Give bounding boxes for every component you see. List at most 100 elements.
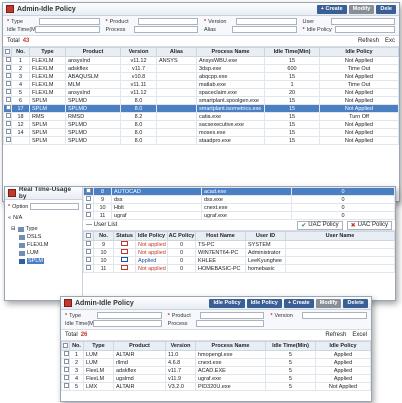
filter-idle-time[interactable]: Idle Time(Min) (65, 320, 162, 327)
filter-product[interactable]: * Product (106, 18, 198, 25)
filter-idle-policy[interactable]: * Idle Policy (303, 26, 395, 33)
user-row[interactable]: 10 Applied 0 KHLEE LeeKyunghee (83, 256, 395, 265)
user-row[interactable]: 11 Not applied 0 HOMEBASIC-PC homebasic (83, 264, 395, 273)
row-checkbox[interactable] (6, 113, 11, 118)
table-row[interactable]: 5 FLEXLM ansysInd v11.12 spaceclaim.exe 20 Not… (3, 88, 399, 97)
uac-apply-button[interactable]: ✔ UAC Policy (297, 220, 343, 230)
row-checkbox[interactable] (6, 65, 11, 70)
alias-input[interactable] (232, 26, 297, 33)
table-row[interactable]: 3 FLEXLM ABAQUSLM v10.8 abqcpp.exe 15 Not Appl… (3, 72, 399, 81)
table-row[interactable]: 10 Hblt cnext.exe 0 (83, 203, 395, 212)
excel-button[interactable]: Exc (385, 38, 395, 44)
filter-version[interactable]: * Version (270, 312, 367, 319)
modify-button[interactable]: Modify (348, 4, 375, 14)
filter-type[interactable]: * Type (7, 18, 100, 25)
tree-item-lum[interactable]: LUM (11, 249, 76, 257)
table-row[interactable]: 5 LMX ALTAIR V3.2.0 PID320U.exe 5 Not Applied (61, 382, 371, 391)
row-checkbox[interactable] (64, 375, 69, 380)
uac-remove-button[interactable]: ✖ UAC Policy (346, 220, 392, 230)
row-checkbox[interactable] (6, 89, 11, 94)
row-checkbox[interactable] (86, 241, 91, 246)
create-button[interactable]: + Create (283, 298, 314, 308)
table-row[interactable]: 8 AUTOCAD acad.exe 0 (83, 187, 395, 196)
idle-policy-button[interactable]: Idle Policy (209, 298, 245, 308)
row-checkbox[interactable] (86, 265, 91, 270)
option-select[interactable]: * Option (5, 200, 82, 213)
table-row[interactable]: 12 SPLM SPLMD 8.0 sacsexecutive.exe 15 Not App… (3, 120, 399, 129)
idle-policy-button-2[interactable]: Idle Policy (246, 298, 282, 308)
table-cell: dss.exe (201, 195, 292, 204)
row-checkbox[interactable] (64, 359, 69, 364)
delete-button[interactable]: Delete (343, 298, 368, 308)
refresh-button[interactable]: Refresh (358, 38, 379, 44)
row-checkbox[interactable] (64, 367, 69, 372)
filter-process[interactable]: Process (168, 320, 265, 327)
tree-item-splm[interactable]: SPLM (11, 257, 76, 265)
table-row[interactable]: 18 RMS RMSD 8.2 catia.exe 15 Turn Off (3, 112, 399, 121)
table-row[interactable]: 2 LUM rllmd 4.6.8 cnext.exe 5 Applied (61, 358, 371, 367)
row-checkbox[interactable] (86, 212, 91, 217)
row-checkbox[interactable] (86, 196, 91, 201)
col-no[interactable]: No. (11, 47, 30, 57)
user-row[interactable]: 9 Not applied 0 TS-PC SYSTEM (83, 240, 395, 249)
table-row[interactable]: 17 SPLM SPLMD 8.0 smartplant.isometrics.exe 1… (3, 104, 399, 113)
modify-button[interactable]: Modify (315, 298, 342, 308)
col-product[interactable]: Product (65, 47, 121, 57)
create-button[interactable]: + Create (316, 4, 347, 14)
col-process-name[interactable]: Process Name (196, 47, 265, 57)
table-row[interactable]: 4 FLEXLM MLM v11.11 matlab.exe 1 Time Out (3, 80, 399, 89)
col-idle-time[interactable]: Idle Time(Min) (264, 47, 320, 57)
col-alias[interactable]: Alias (156, 47, 197, 57)
na-toggle[interactable]: «N/A (5, 213, 82, 223)
tree-item-dsls[interactable]: DSLS (11, 233, 76, 241)
row-checkbox[interactable] (64, 351, 69, 356)
col-type[interactable]: Type (29, 47, 66, 57)
filter-version[interactable]: * Version (204, 18, 297, 25)
row-checkbox[interactable] (6, 97, 11, 102)
row-checkbox[interactable] (86, 204, 91, 209)
delete-button[interactable]: Dele (376, 4, 396, 14)
filter-user[interactable]: User (303, 18, 395, 25)
filter-alias[interactable]: Alias (204, 26, 297, 33)
user-input[interactable] (330, 18, 395, 25)
row-checkbox[interactable] (6, 105, 11, 110)
process-input[interactable] (133, 26, 198, 33)
version-select[interactable] (236, 18, 297, 25)
row-checkbox[interactable] (64, 383, 69, 388)
filter-process[interactable]: Process (106, 26, 198, 33)
table-row[interactable]: 1 FLEXLM ansysInd v11.12 ANSYS AnsysWBU.exe 15… (3, 56, 399, 65)
filter-idle-time[interactable]: Idle Time(Min) (7, 26, 100, 33)
select-all-checkbox[interactable] (5, 48, 10, 54)
table-row[interactable]: 6 SPLM SPLMD 8.0 smartplant.spoolgen.exe 15 No… (3, 96, 399, 105)
idle-time-input[interactable] (35, 26, 100, 33)
table-row[interactable]: 14 SPLM SPLMD 8.0 moses.exe 15 Not Applied (3, 128, 399, 137)
idle-policy-select[interactable] (334, 26, 395, 33)
excel-button[interactable]: Excel (352, 332, 367, 338)
type-select[interactable] (39, 18, 100, 25)
row-checkbox[interactable] (6, 57, 11, 62)
table-row[interactable]: 2 FLEXLM adskflex v11.7 3dsp.exe 600 Time Out (3, 64, 399, 73)
table-row[interactable]: 3 FlexLM adskflex v11.7 ACAD.EXE 5 Applied (61, 366, 371, 375)
col-idle-policy[interactable]: Idle Policy (319, 47, 399, 57)
row-checkbox[interactable] (86, 257, 91, 262)
tree-item-flexlm[interactable]: FLEXLM (11, 241, 76, 249)
tree-root[interactable]: ⊟ Type (11, 225, 76, 233)
table-row[interactable]: SPLM SPLMD 8.0 staadpro.exe 15 Not Applied (3, 136, 399, 145)
refresh-button[interactable]: Refresh (325, 332, 346, 338)
col-version[interactable]: Version (120, 47, 157, 57)
row-checkbox[interactable] (6, 81, 11, 86)
filter-product[interactable]: * Product (168, 312, 265, 319)
row-checkbox[interactable] (86, 249, 91, 254)
row-checkbox[interactable] (6, 73, 11, 78)
table-row[interactable]: 1 LUM ALTAIR 11.0 hmopengl.exe 5 Applied (61, 350, 371, 359)
row-checkbox[interactable] (6, 137, 11, 142)
filter-type[interactable]: * Type (65, 312, 162, 319)
row-checkbox[interactable] (6, 121, 11, 126)
row-checkbox[interactable] (6, 129, 11, 134)
product-select[interactable] (137, 18, 198, 25)
user-row[interactable]: 10 Not applied 0 WIN7ENT64-PC Administrator (83, 248, 395, 257)
table-row[interactable]: 4 FlexLM ugslmd v11.9 ugraf.exe 5 Applied (61, 374, 371, 383)
row-checkbox[interactable] (86, 188, 91, 193)
table-row[interactable]: 11 ugraf ugraf.exe 0 (83, 211, 395, 220)
table-row[interactable]: 9 dss dss.exe 0 (83, 195, 395, 204)
